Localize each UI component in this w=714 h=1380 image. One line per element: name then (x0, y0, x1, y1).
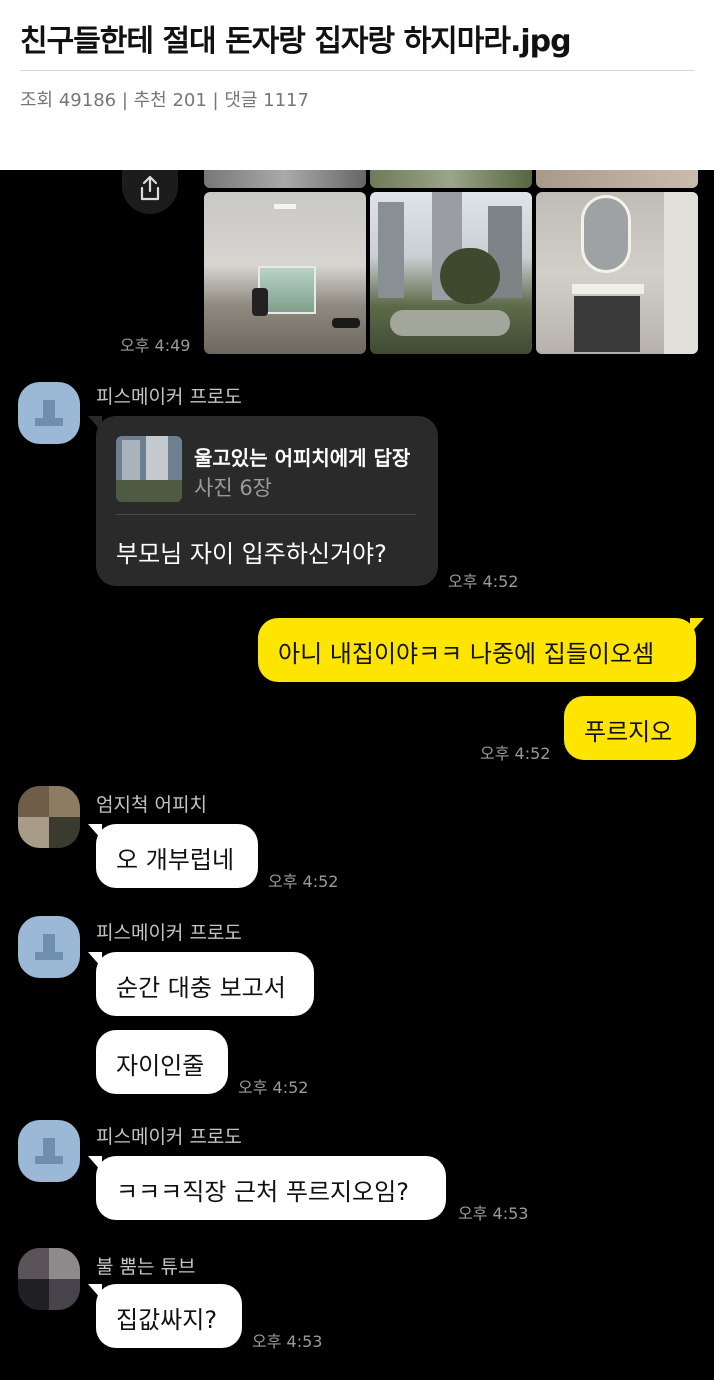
default-person-icon (35, 1138, 63, 1164)
message-bubble[interactable]: ㅋㅋㅋ직장 근처 푸르지오임? (88, 1156, 446, 1220)
reply-title: 울고있는 어피치에게 답장 (194, 446, 411, 470)
sender-name: 피스메이커 프로도 (96, 1126, 242, 1148)
message-timestamp: 오후 4:52 (448, 572, 519, 591)
bubble-tail (88, 952, 102, 968)
avatar[interactable] (18, 916, 80, 978)
divider (20, 70, 695, 71)
photo-room[interactable] (204, 192, 366, 354)
post-meta: 조회 49186 | 추천 201 | 댓글 1117 (20, 90, 309, 111)
post-title: 친구들한테 절대 돈자랑 집자랑 하지마라.jpg (20, 24, 572, 59)
message-timestamp: 오후 4:52 (480, 744, 551, 763)
avatar[interactable] (18, 1248, 80, 1310)
sender-name: 피스메이커 프로도 (96, 922, 242, 944)
photo-strip[interactable] (536, 170, 698, 188)
message-text: 집값싸지? (116, 1306, 218, 1334)
avatar[interactable] (18, 1120, 80, 1182)
message-text: ㅋㅋㅋ직장 근처 푸르지오임? (116, 1178, 409, 1206)
message-bubble[interactable]: 오 개부럽네 (88, 824, 258, 888)
message-text: 순간 대충 보고서 (116, 974, 286, 1002)
bubble-tail (88, 1284, 102, 1300)
message-bubble[interactable]: 순간 대충 보고서 (88, 952, 314, 1016)
sender-name: 엄지척 어피치 (96, 794, 207, 816)
photo-bathroom[interactable] (536, 192, 698, 354)
bubble-tail (88, 416, 102, 432)
bubble-tail (690, 618, 704, 634)
message-bubble[interactable]: 집값싸지? (88, 1284, 242, 1348)
bubble-tail (88, 824, 102, 840)
sender-name: 피스메이커 프로도 (96, 386, 242, 408)
bubble-tail (88, 1156, 102, 1172)
avatar[interactable] (18, 382, 80, 444)
reply-message-bubble[interactable]: 울고있는 어피치에게 답장 사진 6장 부모님 자이 입주하신거야? (88, 416, 438, 586)
photo-strip[interactable] (204, 170, 366, 188)
reply-divider (116, 514, 416, 515)
photo-apartments[interactable] (370, 192, 532, 354)
chat-screen: 오후 4:49 피스메이커 프로도 울고있는 어피치에게 답장 사진 6장 부모… (0, 170, 714, 1380)
photo-timestamp: 오후 4:49 (120, 336, 191, 355)
post-header: 친구들한테 절대 돈자랑 집자랑 하지마라.jpg 조회 49186 | 추천 … (0, 0, 714, 170)
message-timestamp: 오후 4:52 (268, 872, 339, 891)
default-person-icon (35, 400, 63, 426)
share-icon (140, 175, 160, 201)
avatar[interactable] (18, 786, 80, 848)
message-text: 오 개부럽네 (116, 846, 235, 874)
message-text: 아니 내집이야ㅋㅋ 나중에 집들이오셈 (278, 640, 655, 668)
reply-thumbnail (116, 436, 182, 502)
message-text: 자이인줄 (116, 1052, 205, 1080)
message-timestamp: 오후 4:53 (458, 1204, 529, 1223)
sender-name: 불 뿜는 튜브 (96, 1256, 196, 1278)
message-bubble[interactable]: 자이인줄 (96, 1030, 228, 1094)
share-button[interactable] (122, 170, 178, 214)
my-message-bubble[interactable]: 아니 내집이야ㅋㅋ 나중에 집들이오셈 (258, 618, 704, 682)
message-text: 부모님 자이 입주하신거야? (116, 540, 387, 568)
reply-subtitle: 사진 6장 (194, 476, 272, 500)
message-text: 푸르지오 (584, 718, 673, 746)
my-message-bubble[interactable]: 푸르지오 (564, 696, 696, 760)
photo-strip[interactable] (370, 170, 532, 188)
message-timestamp: 오후 4:52 (238, 1078, 309, 1097)
message-timestamp: 오후 4:53 (252, 1332, 323, 1351)
default-person-icon (35, 934, 63, 960)
